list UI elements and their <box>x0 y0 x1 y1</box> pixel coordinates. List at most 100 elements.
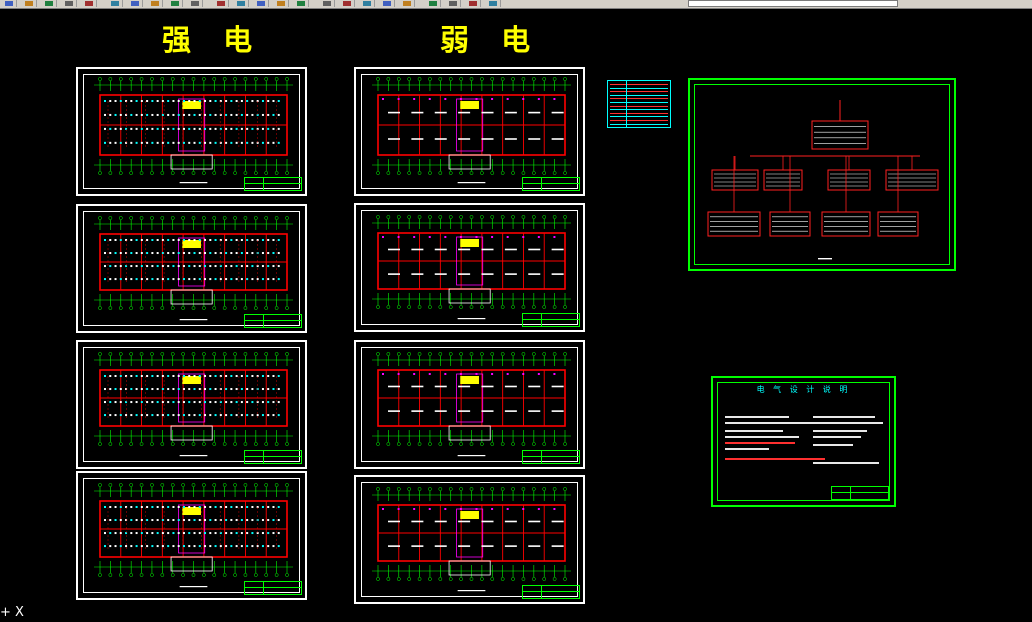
cut-icon[interactable] <box>108 0 123 7</box>
note-text-line <box>725 430 783 432</box>
undo-icon-glyph <box>191 1 199 6</box>
legend-row <box>610 123 668 125</box>
strong-current-floor-plan-sheet-4[interactable] <box>76 471 307 600</box>
legend-row <box>610 120 668 121</box>
new-icon[interactable] <box>2 0 17 7</box>
cursor-x: X <box>15 605 24 620</box>
legend-row <box>610 116 668 118</box>
strong-current-floor-plan-sheet-3[interactable] <box>76 340 307 469</box>
weak-current-floor-plan-sheet-2[interactable] <box>354 203 585 332</box>
heading-weak-current: 弱 电 <box>440 23 542 57</box>
zoom-realtime-icon-glyph <box>257 1 265 6</box>
strong-current-floor-plan-sheet-2[interactable] <box>76 204 307 333</box>
sheet-inner-frame <box>694 84 950 265</box>
title-block <box>244 450 302 464</box>
matchprop-icon[interactable] <box>168 0 183 7</box>
undo-icon[interactable] <box>188 0 203 7</box>
save-icon[interactable] <box>42 0 57 7</box>
calculator-icon-glyph <box>383 1 391 6</box>
cut-icon-glyph <box>111 1 119 6</box>
layer-dropdown[interactable] <box>688 0 898 7</box>
copy-icon-glyph <box>131 1 139 6</box>
legend-row <box>610 105 668 107</box>
note-text-line <box>813 422 883 424</box>
zoom-previous-icon[interactable] <box>294 0 309 7</box>
standard-toolbar <box>0 0 1032 9</box>
note-text-line <box>725 458 825 460</box>
weak-current-floor-plan-sheet-3[interactable] <box>354 340 585 469</box>
print-icon[interactable] <box>62 0 77 7</box>
save-icon-glyph <box>45 1 53 6</box>
note-text-line <box>725 448 769 450</box>
design-notes-sheet[interactable]: 电 气 设 计 说 明 <box>711 376 896 507</box>
title-block <box>522 585 580 599</box>
weak-current-floor-plan-sheet-4[interactable] <box>354 475 585 604</box>
note-text-line <box>725 436 799 438</box>
print-icon-glyph <box>65 1 73 6</box>
legend-row <box>610 94 668 96</box>
toolpalette-icon-glyph <box>363 1 371 6</box>
note-text-line <box>725 416 789 418</box>
make-current-icon-glyph <box>469 1 477 6</box>
paste-icon[interactable] <box>148 0 163 7</box>
ucs-icon: + X <box>0 605 24 620</box>
title-block <box>831 486 889 500</box>
note-text-line <box>813 436 861 438</box>
layer-manager-icon-glyph <box>429 1 437 6</box>
copy-icon[interactable] <box>128 0 143 7</box>
title-block <box>522 313 580 327</box>
properties-icon[interactable] <box>320 0 335 7</box>
model-space[interactable]: 强 电 弱 电 电 气 设 计 说 明 + X <box>0 9 1032 622</box>
calculator-icon[interactable] <box>380 0 395 7</box>
heading-strong-current: 强 电 <box>162 23 264 57</box>
new-icon-glyph <box>5 1 13 6</box>
legend-row <box>610 84 668 85</box>
zoom-window-icon[interactable] <box>274 0 289 7</box>
open-icon-glyph <box>25 1 33 6</box>
preview-icon[interactable] <box>82 0 97 7</box>
legend-row <box>610 109 668 111</box>
title-block <box>244 581 302 595</box>
toolpalette-icon[interactable] <box>360 0 375 7</box>
legend-row <box>610 112 668 114</box>
note-text-line <box>813 416 875 418</box>
preview-icon-glyph <box>85 1 93 6</box>
matchprop-icon-glyph <box>171 1 179 6</box>
note-text-line <box>725 422 817 424</box>
legend-row <box>610 91 668 93</box>
weak-current-floor-plan-sheet-1[interactable] <box>354 67 585 196</box>
layer-state-icon[interactable] <box>446 0 461 7</box>
legend-row <box>610 87 668 89</box>
note-text-line <box>813 444 853 446</box>
open-icon[interactable] <box>22 0 37 7</box>
title-block <box>522 177 580 191</box>
title-block <box>522 450 580 464</box>
pan-icon-glyph <box>237 1 245 6</box>
paste-icon-glyph <box>151 1 159 6</box>
legend-table[interactable] <box>607 80 671 128</box>
layer-previous-icon[interactable] <box>486 0 501 7</box>
legend-column-divider <box>626 81 627 127</box>
help-icon-glyph <box>403 1 411 6</box>
zoom-realtime-icon[interactable] <box>254 0 269 7</box>
properties-icon-glyph <box>323 1 331 6</box>
notes-title: 电 气 设 计 说 明 <box>756 385 851 394</box>
layer-manager-icon[interactable] <box>426 0 441 7</box>
redo-icon-glyph <box>217 1 225 6</box>
legend-row <box>610 102 668 103</box>
redo-icon[interactable] <box>214 0 229 7</box>
title-block <box>244 177 302 191</box>
system-diagram-sheet[interactable] <box>688 78 956 271</box>
zoom-window-icon-glyph <box>277 1 285 6</box>
layer-state-icon-glyph <box>449 1 457 6</box>
pan-icon[interactable] <box>234 0 249 7</box>
note-text-line <box>725 442 795 444</box>
title-block <box>244 314 302 328</box>
note-text-line <box>813 462 879 464</box>
designcenter-icon[interactable] <box>340 0 355 7</box>
help-icon[interactable] <box>400 0 415 7</box>
strong-current-floor-plan-sheet-1[interactable] <box>76 67 307 196</box>
make-current-icon[interactable] <box>466 0 481 7</box>
zoom-previous-icon-glyph <box>297 1 305 6</box>
note-text-line <box>813 430 867 432</box>
